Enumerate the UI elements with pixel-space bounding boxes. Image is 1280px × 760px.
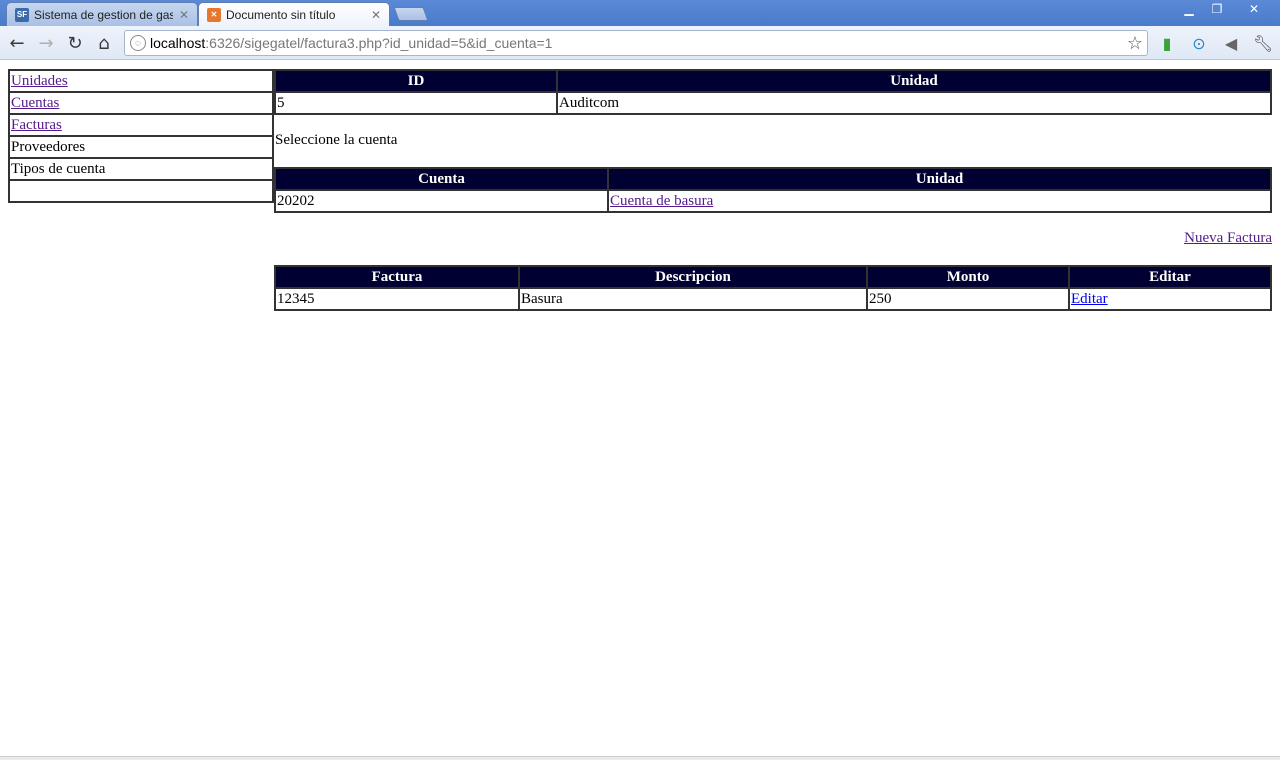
tab-title: Documento sin título — [226, 7, 336, 22]
column-header-id: ID — [274, 69, 558, 93]
sidebar-item-tipos-de-cuenta: Tipos de cuenta — [8, 157, 274, 181]
new-invoice-link[interactable]: Nueva Factura — [1184, 230, 1272, 247]
minimize-button[interactable]: ▁ — [1176, 0, 1202, 18]
column-header-cuenta: Cuenta — [274, 167, 609, 191]
table-row: 12345 Basura 250 Editar — [274, 287, 1272, 311]
home-icon[interactable]: ⌂ — [93, 32, 115, 54]
url-host: localhost — [150, 35, 206, 51]
cell-factura: 12345 — [274, 287, 520, 311]
cell-editar: Editar — [1068, 287, 1272, 311]
factura-table: Factura Descripcion Monto Editar 12345 B… — [274, 265, 1272, 311]
window-close-button[interactable]: ✕ — [1232, 0, 1276, 18]
restore-button[interactable]: ❐ — [1204, 0, 1230, 18]
cell-unidad: Auditcom — [556, 91, 1272, 115]
forward-icon[interactable]: → — [35, 32, 57, 54]
column-header-editar: Editar — [1068, 265, 1272, 289]
new-tab-button[interactable] — [393, 7, 429, 21]
edit-link[interactable]: Editar — [1071, 291, 1108, 307]
column-header-unidad: Unidad — [556, 69, 1272, 93]
cuenta-table: Cuenta Unidad 20202 Cuenta de basura — [274, 167, 1272, 213]
close-icon[interactable]: ✕ — [371, 8, 381, 22]
address-bar[interactable]: ◌ localhost:6326/sigegatel/factura3.php?… — [124, 30, 1148, 56]
status-bar — [0, 756, 1280, 760]
globe-icon: ◌ — [130, 35, 146, 51]
page-content: Unidades Cuentas Facturas Proveedores Ti… — [0, 61, 1280, 756]
bookmark-star-icon[interactable]: ☆ — [1127, 33, 1143, 54]
sidebar-link-unidades[interactable]: Unidades — [11, 73, 68, 89]
url-path: :6326/sigegatel/factura3.php?id_unidad=5… — [205, 35, 553, 51]
browser-titlebar: SF Sistema de gestion de gastos ✕ ✕ Docu… — [0, 0, 1280, 26]
cell-monto: 250 — [866, 287, 1070, 311]
cell-id: 5 — [274, 91, 558, 115]
column-header-factura: Factura — [274, 265, 520, 289]
column-header-descripcion: Descripcion — [518, 265, 868, 289]
sidebar-link-cuentas[interactable]: Cuentas — [11, 95, 59, 111]
sidebar-item-unidades: Unidades — [8, 69, 274, 93]
table-row: 5 Auditcom — [274, 91, 1272, 115]
tab-title: Sistema de gestion de gastos — [34, 7, 173, 22]
tab-sistema-gestion[interactable]: SF Sistema de gestion de gastos ✕ — [6, 2, 198, 26]
cell-unidad: Cuenta de basura — [607, 189, 1272, 213]
column-header-monto: Monto — [866, 265, 1070, 289]
wrench-icon[interactable]: 🔧︎ — [1252, 32, 1274, 54]
xampp-favicon-icon: ✕ — [207, 7, 221, 22]
reload-icon[interactable]: ↻ — [64, 32, 86, 54]
sidebar-menu: Unidades Cuentas Facturas Proveedores Ti… — [8, 69, 274, 203]
cell-descripcion: Basura — [518, 287, 868, 311]
extension-eye-icon[interactable]: ⊙ — [1188, 32, 1210, 54]
speaker-icon[interactable]: ◀ — [1220, 32, 1242, 54]
tab-documento-sin-titulo[interactable]: ✕ Documento sin título ✕ — [198, 2, 390, 26]
account-link[interactable]: Cuenta de basura — [610, 193, 713, 209]
sidebar-item-empty — [8, 179, 274, 203]
sidebar-link-facturas[interactable]: Facturas — [11, 117, 62, 133]
sidebar-item-cuentas: Cuentas — [8, 91, 274, 115]
sidebar-item-proveedores: Proveedores — [8, 135, 274, 159]
table-row: 20202 Cuenta de basura — [274, 189, 1272, 213]
back-icon[interactable]: ← — [6, 32, 28, 54]
signal-bars-icon[interactable]: ▮ — [1156, 32, 1178, 54]
select-account-label: Seleccione la cuenta — [275, 132, 398, 148]
cell-cuenta: 20202 — [274, 189, 609, 213]
sidebar-item-facturas: Facturas — [8, 113, 274, 137]
close-icon[interactable]: ✕ — [179, 8, 189, 22]
column-header-unidad: Unidad — [607, 167, 1272, 191]
unidad-table: ID Unidad 5 Auditcom — [274, 69, 1272, 115]
sf-favicon-icon: SF — [15, 7, 29, 22]
